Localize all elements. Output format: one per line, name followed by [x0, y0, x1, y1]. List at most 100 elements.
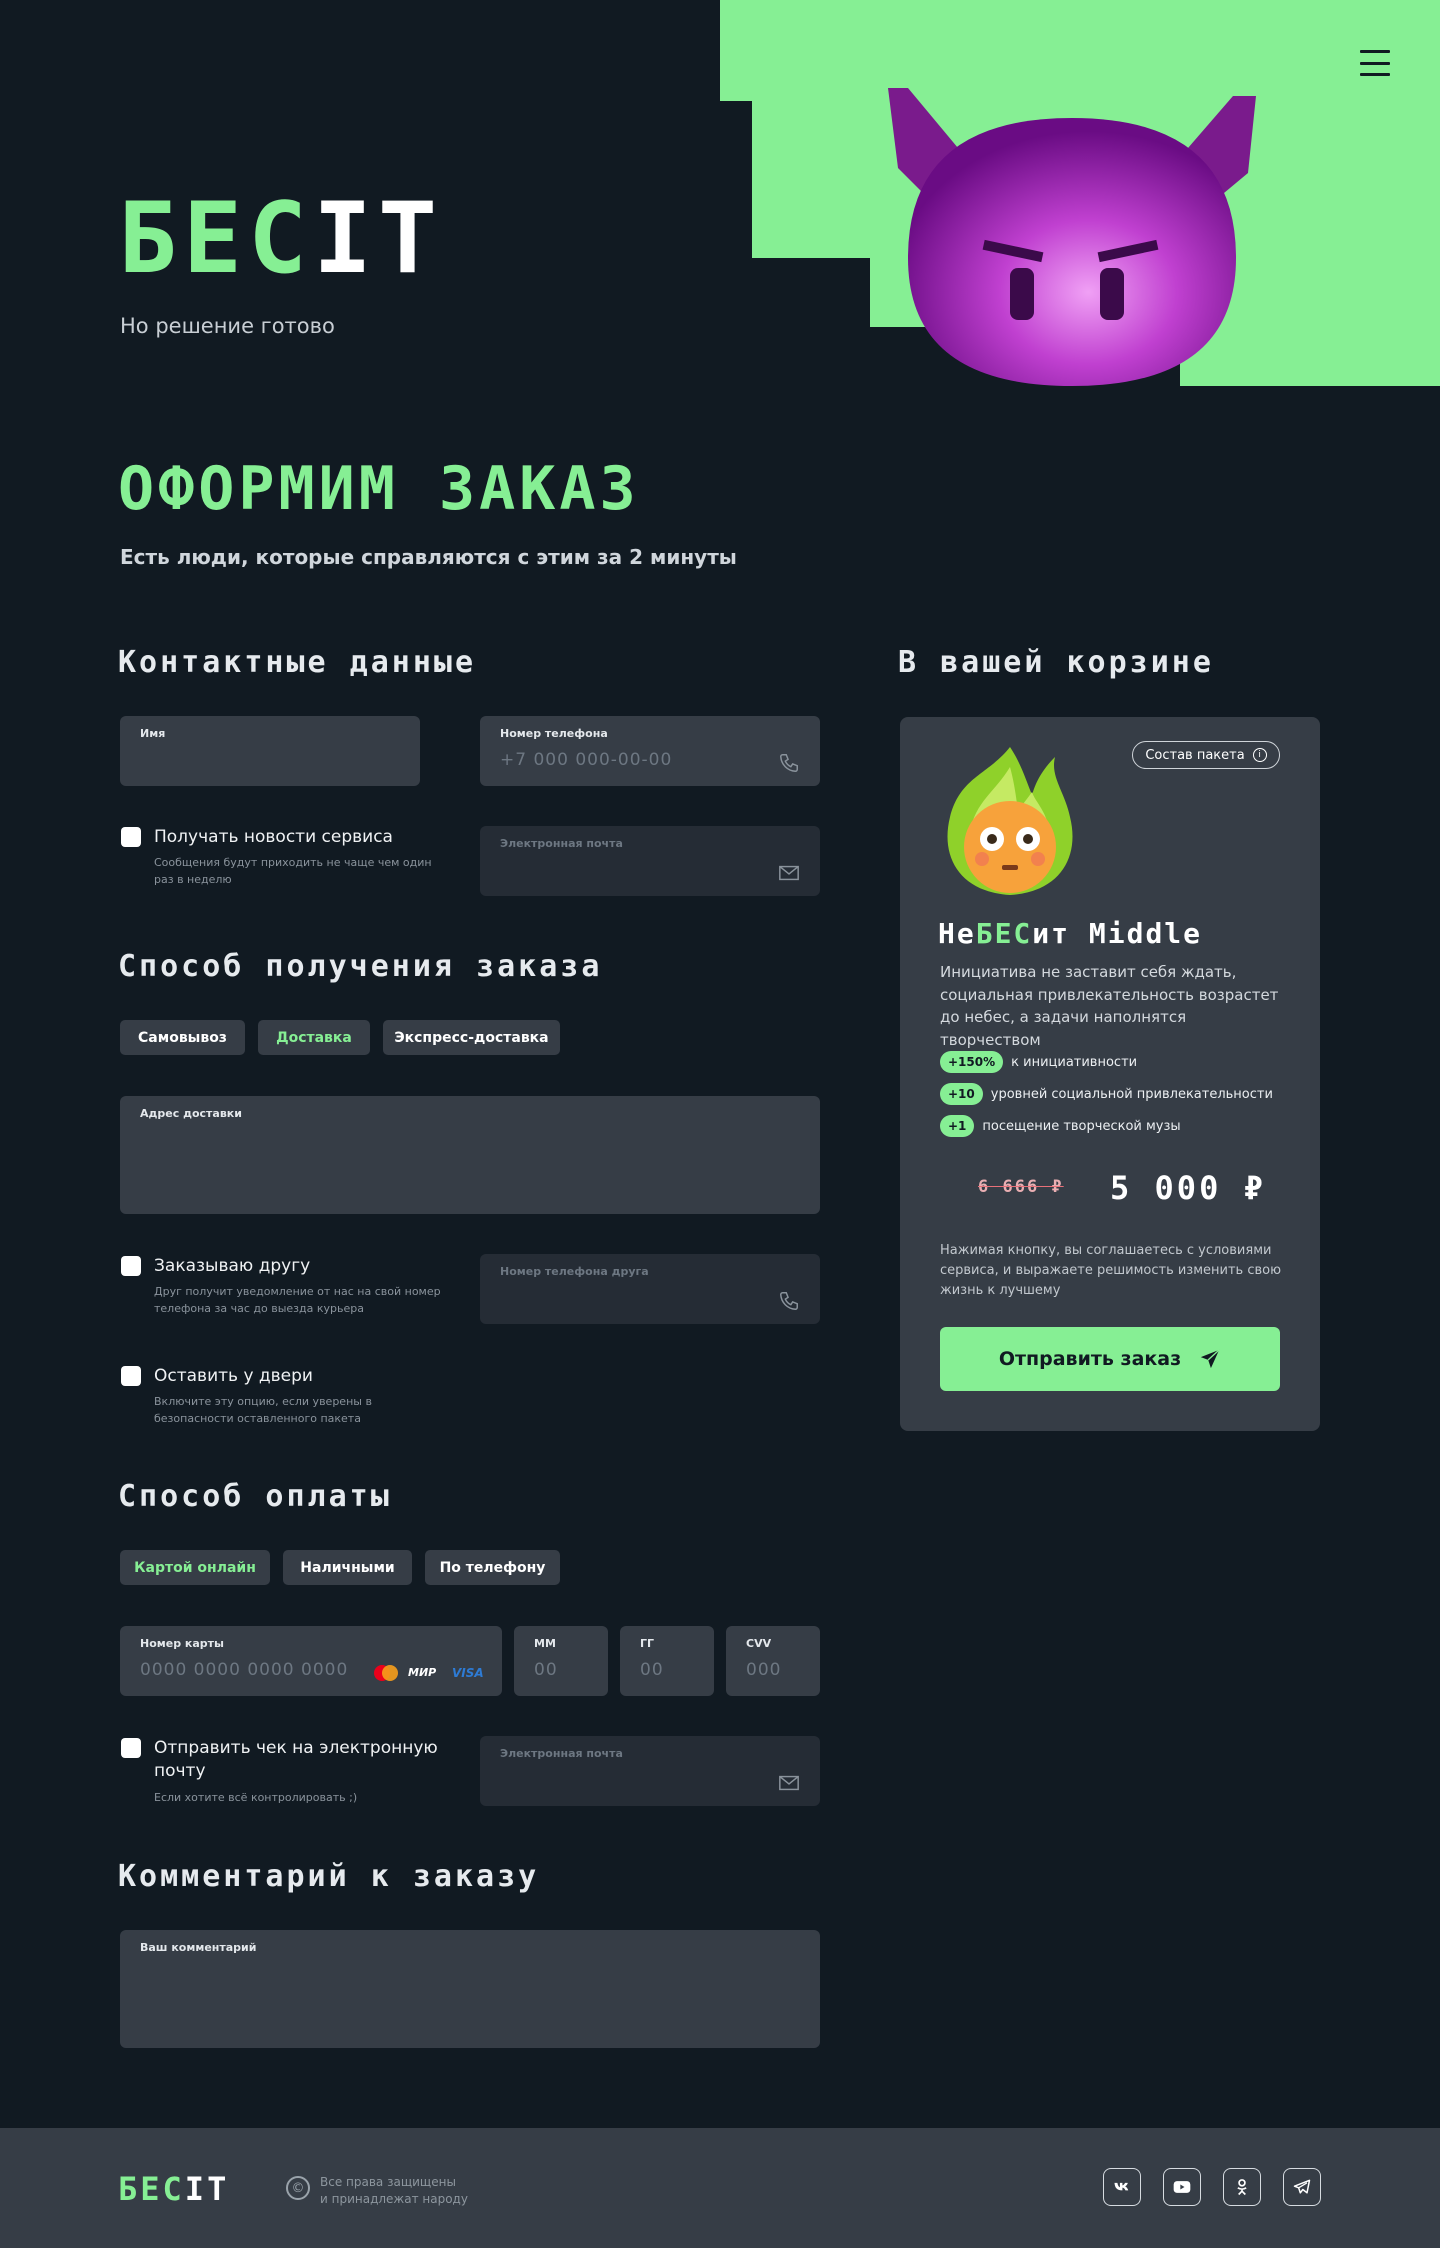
footer-logo-white: IT	[184, 2170, 230, 2208]
friend-checkbox[interactable]	[121, 1256, 141, 1276]
hero-subtitle: Но решение готово	[120, 314, 335, 338]
receipt-email-field[interactable]: Электронная почта	[480, 1736, 820, 1806]
hamburger-icon[interactable]	[1360, 50, 1390, 76]
footer-logo[interactable]: БЕСIT	[118, 2170, 229, 2208]
feature-badge: +150%	[940, 1051, 1004, 1073]
door-checkbox[interactable]	[121, 1366, 141, 1386]
terms-text: Нажимая кнопку, вы соглашаетесь с услови…	[940, 1243, 1282, 1299]
mail-icon	[779, 865, 799, 881]
tab-cash[interactable]: Наличными	[283, 1550, 412, 1585]
feature-badge: +10	[940, 1083, 983, 1105]
rights-line-2: и принадлежат народу	[320, 2191, 468, 2206]
friend-note: Друг получит уведомление от нас на свой …	[154, 1285, 441, 1315]
card-year-field[interactable]: ГГ 00	[620, 1626, 714, 1696]
tab-card-online[interactable]: Картой онлайн	[120, 1550, 270, 1585]
card-cvv-field[interactable]: CVV 000	[726, 1626, 820, 1696]
logo-white-part: IT	[313, 182, 444, 296]
phone-field[interactable]: Номер телефона +7 000 000-00-00	[480, 716, 820, 786]
rights-line-1: Все права защищены	[320, 2175, 456, 2189]
name-field[interactable]: Имя	[120, 716, 420, 786]
door-note: Включите эту опцию, если уверены в безоп…	[154, 1395, 372, 1425]
cart-card: Состав пакета i НеБЕСит Middle Инициатив…	[900, 717, 1320, 1431]
tab-pickup[interactable]: Самовывоз	[120, 1020, 245, 1055]
card-month-label: ММ	[534, 1637, 556, 1650]
card-number-label: Номер карты	[140, 1637, 225, 1650]
feature-text: посещение творческой музы	[982, 1118, 1181, 1134]
flame-emoji-image	[947, 747, 1073, 895]
hero-logo: БЕСIT	[118, 190, 443, 288]
card-cvv-placeholder: 000	[746, 1660, 782, 1680]
old-price: 6 666 ₽	[978, 1177, 1064, 1197]
feature-text: уровней социальной привлекательности	[990, 1086, 1273, 1102]
email-field[interactable]: Электронная почта	[480, 826, 820, 896]
door-title: Оставить у двери	[154, 1366, 313, 1386]
card-year-placeholder: 00	[640, 1660, 664, 1680]
receipt-email-label: Электронная почта	[500, 1747, 623, 1760]
friend-phone-field[interactable]: Номер телефона друга	[480, 1254, 820, 1324]
submit-order-button[interactable]: Отправить заказ	[940, 1327, 1280, 1391]
card-month-placeholder: 00	[534, 1660, 558, 1680]
friend-title: Заказываю другу	[154, 1256, 311, 1276]
address-label: Адрес доставки	[140, 1107, 242, 1120]
comment-section-title: Комментарий к заказу	[118, 1859, 540, 1894]
feature-item: +10 уровней социальной привлекательности	[940, 1083, 1273, 1105]
receipt-title: Отправить чек на электронную почту	[154, 1738, 438, 1781]
receipt-note: Если хотите всё контролировать ;)	[154, 1791, 358, 1804]
order-page: БЕСIT Но решение готово ОФОРМИМ ЗАКАЗ Ес…	[0, 0, 1440, 2248]
card-cvv-label: CVV	[746, 1637, 772, 1650]
telegram-icon[interactable]	[1283, 2168, 1321, 2206]
news-title: Получать новости сервиса	[154, 827, 393, 847]
news-note: Сообщения будут приходить не чаще чем од…	[154, 856, 432, 886]
cart-section-title: В вашей корзине	[898, 645, 1214, 680]
feature-item: +150% к инициативности	[940, 1051, 1137, 1073]
vk-icon[interactable]	[1103, 2168, 1141, 2206]
comment-field[interactable]: Ваш комментарий	[120, 1930, 820, 2048]
phone-icon	[780, 754, 798, 772]
email-label: Электронная почта	[500, 837, 623, 850]
card-month-field[interactable]: ММ 00	[514, 1626, 608, 1696]
product-name-suffix: ит Middle	[1032, 917, 1203, 950]
current-price: 5 000 ₽	[1110, 1169, 1266, 1207]
info-icon: i	[1252, 748, 1267, 762]
friend-phone-label: Номер телефона друга	[500, 1265, 649, 1278]
mir-logo: МИР	[408, 1666, 437, 1679]
product-name-prefix: Не	[938, 917, 976, 950]
address-field[interactable]: Адрес доставки	[120, 1096, 820, 1214]
page-title: ОФОРМИМ ЗАКАЗ	[118, 454, 640, 524]
mail-icon	[779, 1775, 799, 1791]
package-contents-button[interactable]: Состав пакета i	[1132, 741, 1280, 769]
package-contents-label: Состав пакета	[1145, 747, 1245, 763]
youtube-icon[interactable]	[1163, 2168, 1201, 2206]
phone-label: Номер телефона	[500, 727, 608, 740]
submit-order-label: Отправить заказ	[998, 1348, 1182, 1370]
tab-delivery[interactable]: Доставка	[258, 1020, 370, 1055]
delivery-section-title: Способ получения заказа	[118, 949, 603, 984]
send-icon	[1200, 1349, 1220, 1369]
feature-badge: +1	[940, 1115, 975, 1137]
feature-item: +1 посещение творческой музы	[940, 1115, 1181, 1137]
footer-logo-green: БЕС	[118, 2170, 185, 2208]
footer: БЕСIT © Все права защищены и принадлежат …	[0, 2128, 1440, 2248]
contacts-section-title: Контактные данные	[118, 645, 477, 680]
payment-section-title: Способ оплаты	[118, 1479, 392, 1514]
comment-label: Ваш комментарий	[140, 1941, 257, 1954]
product-name: НеБЕСит Middle	[938, 917, 1202, 950]
devil-mascot-image	[888, 88, 1256, 386]
phone-placeholder: +7 000 000-00-00	[500, 750, 673, 770]
card-number-field[interactable]: Номер карты 0000 0000 0000 0000 МИР VISA	[120, 1626, 502, 1696]
copyright-icon: ©	[286, 2176, 310, 2200]
product-description: Инициатива не заставит себя ждать, социа…	[940, 963, 1279, 1049]
card-number-placeholder: 0000 0000 0000 0000	[140, 1660, 349, 1680]
receipt-checkbox[interactable]	[121, 1738, 141, 1758]
visa-logo: VISA	[452, 1666, 484, 1680]
news-checkbox[interactable]	[121, 827, 141, 847]
tab-phone-payment[interactable]: По телефону	[425, 1550, 560, 1585]
tab-express-delivery[interactable]: Экспресс-доставка	[383, 1020, 560, 1055]
card-year-label: ГГ	[640, 1637, 655, 1650]
odnoklassniki-icon[interactable]	[1223, 2168, 1261, 2206]
logo-green-part: БЕС	[118, 182, 314, 296]
page-subtitle: Есть люди, которые справляются с этим за…	[120, 545, 737, 569]
feature-text: к инициативности	[1011, 1054, 1138, 1070]
name-label: Имя	[140, 727, 166, 740]
product-name-accent: БЕС	[975, 917, 1033, 950]
